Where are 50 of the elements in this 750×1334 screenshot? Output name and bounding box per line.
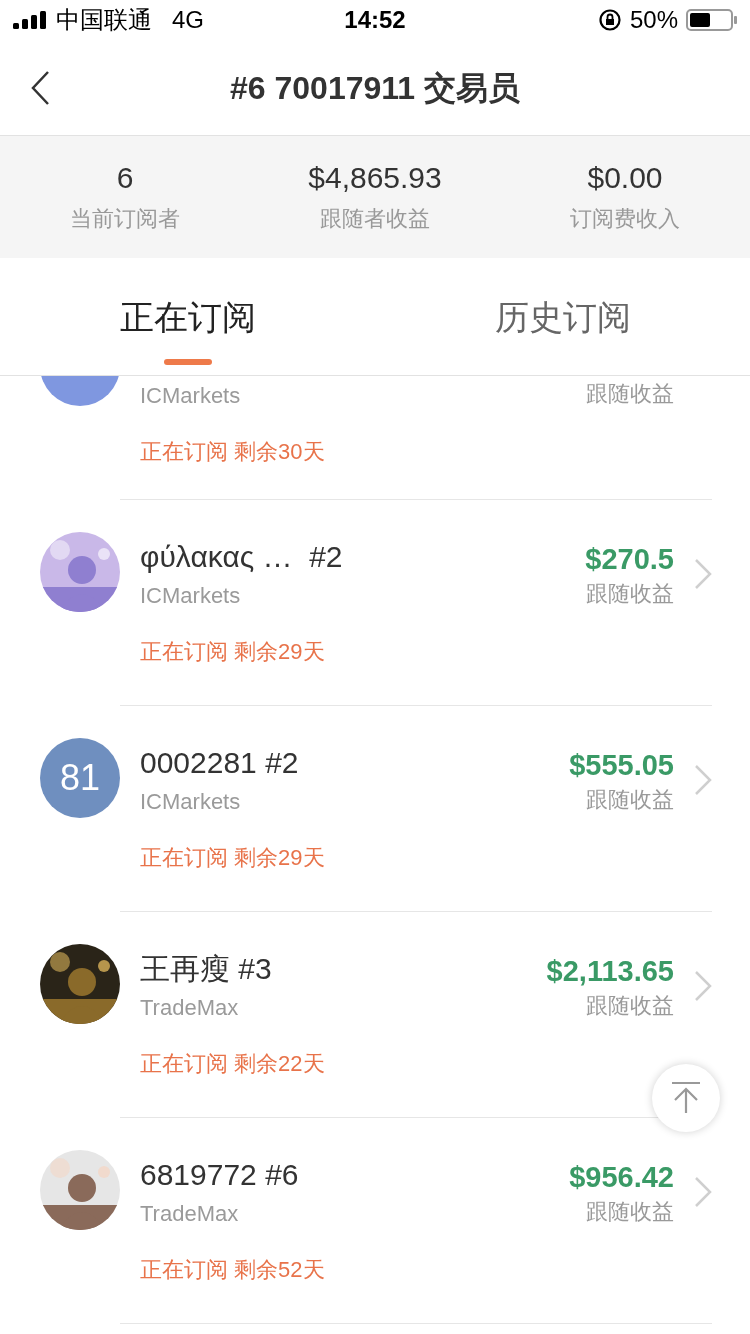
stat-label: 跟随者收益 — [320, 205, 430, 233]
subscription-status: 正在订阅 剩余22天 — [140, 1050, 326, 1078]
subscriber-name: 王再瘦 #3 — [140, 951, 273, 987]
clock: 14:52 — [344, 5, 406, 35]
subscriber-name: φύλακας … #2 — [140, 539, 344, 575]
carrier-name: 中国联通 — [56, 5, 152, 35]
network-type: 4G — [172, 5, 204, 35]
chevron-right-icon — [694, 558, 712, 590]
profit-amount: $2,113.65 — [546, 954, 674, 989]
chevron-right-icon — [694, 1176, 712, 1208]
subscription-status: 正在订阅 剩余29天 — [140, 638, 326, 666]
battery-percent: 50% — [629, 5, 678, 35]
stat-value: 6 — [116, 161, 134, 195]
broker-name: ICMarkets — [140, 582, 242, 610]
tab[interactable]: 历史订阅 — [375, 258, 750, 375]
profit-amount: $555.05 — [569, 748, 674, 783]
broker-name: ICMarkets — [140, 382, 242, 410]
avatar-initials: 81 — [59, 756, 100, 800]
profit-label: 跟随收益 — [586, 380, 674, 408]
chevron-right-icon — [694, 764, 712, 796]
subscriber-row[interactable]: 81 0002281 #2 ICMarkets 正在订阅 剩余29天 $555.05 跟随收益 — [0, 706, 750, 912]
page-title: #6 70017911 交易员 — [230, 68, 520, 108]
chevron-right-icon — [694, 970, 712, 1002]
subscription-status: 正在订阅 剩余29天 — [140, 844, 326, 872]
subscriber-row[interactable]: 6819772 #6 TradeMax 正在订阅 剩余52天 $956.42 跟随收益 — [0, 1118, 750, 1324]
profit-amount: $956.42 — [569, 1160, 674, 1195]
rotation-lock-icon — [597, 8, 622, 32]
signal-icon — [12, 11, 48, 29]
stat-label: 当前订阅者 — [70, 205, 180, 233]
subscription-status: 正在订阅 剩余52天 — [140, 1256, 326, 1284]
broker-name: ICMarkets — [140, 788, 242, 816]
profit-label: 跟随收益 — [586, 786, 674, 814]
subscriber-row[interactable]: φύλακας … #2 ICMarkets 正在订阅 剩余29天 $270.5 跟随收益 — [0, 500, 750, 706]
broker-name: TradeMax — [140, 994, 240, 1022]
stat-label: 订阅费收入 — [570, 205, 680, 233]
back-icon — [30, 70, 50, 106]
subscription-status: 正在订阅 剩余30天 — [140, 438, 326, 466]
broker-name: TradeMax — [140, 1200, 240, 1228]
arrow-up-icon — [671, 1081, 701, 1115]
tab[interactable]: 正在订阅 — [0, 258, 375, 375]
stat-value: $0.00 — [587, 161, 663, 195]
battery-icon — [686, 8, 738, 32]
profit-label: 跟随收益 — [586, 580, 674, 608]
subscriber-name: 6819772 #6 — [140, 1157, 300, 1193]
profit-label: 跟随收益 — [586, 1198, 674, 1226]
profit-label: 跟随收益 — [586, 992, 674, 1020]
back-to-top-button[interactable] — [652, 1064, 720, 1132]
stat-value: $4,865.93 — [308, 161, 442, 195]
subscriber-name: 0002281 #2 — [140, 745, 300, 781]
profit-amount: $270.5 — [585, 542, 674, 577]
